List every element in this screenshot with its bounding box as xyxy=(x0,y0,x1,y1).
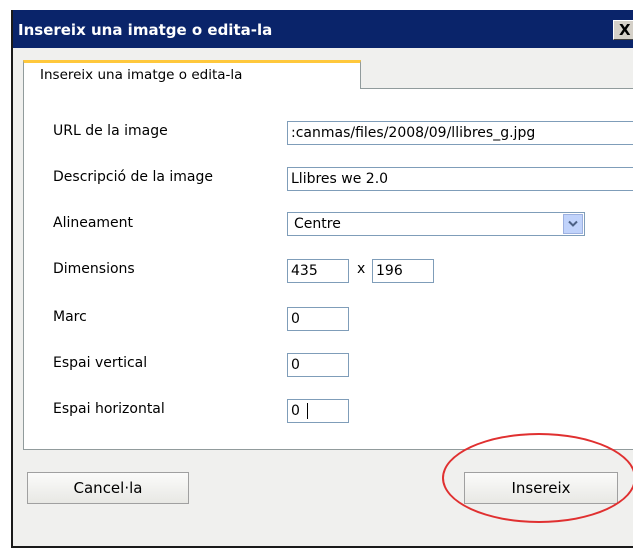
url-input[interactable]: :canmas/files/2008/09/llibres_g.jpg xyxy=(287,121,633,145)
hspace-input[interactable]: 0 xyxy=(287,399,349,423)
close-icon[interactable]: X xyxy=(613,20,633,40)
form-panel: URL de la image :canmas/files/2008/09/ll… xyxy=(23,88,633,450)
description-label: Descripció de la image xyxy=(53,169,213,185)
title-bar[interactable]: Insereix una imatge o edita-la X xyxy=(13,10,633,48)
border-label: Marc xyxy=(53,309,87,325)
image-dialog: Insereix una imatge o edita-la X Inserei… xyxy=(11,10,633,548)
hspace-value: 0 xyxy=(291,403,300,419)
chevron-down-icon[interactable] xyxy=(563,214,583,234)
cancel-button[interactable]: Cancel·la xyxy=(27,472,189,504)
times-symbol: x xyxy=(357,261,366,277)
alignment-value: Centre xyxy=(294,216,341,232)
width-input[interactable]: 435 xyxy=(287,259,349,283)
tab-label: Insereix una imatge o edita-la xyxy=(40,67,243,83)
description-input[interactable]: Llibres we 2.0 xyxy=(287,167,633,191)
insert-button[interactable]: Insereix xyxy=(464,472,618,504)
tab-insert-image[interactable]: Insereix una imatge o edita-la xyxy=(23,60,361,89)
url-label: URL de la image xyxy=(53,123,168,139)
dialog-title: Insereix una imatge o edita-la xyxy=(18,21,273,39)
border-input[interactable]: 0 xyxy=(287,307,349,331)
hspace-label: Espai horizontal xyxy=(53,401,165,417)
alignment-select[interactable]: Centre xyxy=(287,212,585,236)
vspace-label: Espai vertical xyxy=(53,355,148,371)
vspace-input[interactable]: 0 xyxy=(287,353,349,377)
height-input[interactable]: 196 xyxy=(372,259,434,283)
alignment-label: Alineament xyxy=(53,215,134,231)
text-caret xyxy=(307,403,308,419)
dimensions-label: Dimensions xyxy=(53,261,135,277)
